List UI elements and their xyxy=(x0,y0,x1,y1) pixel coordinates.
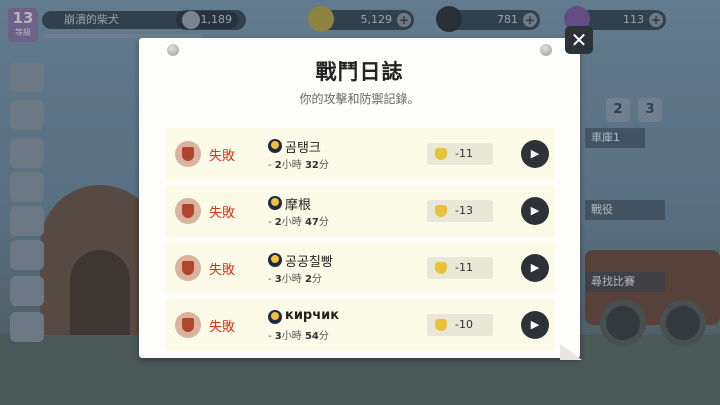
trophy-change: -13 xyxy=(427,200,493,222)
page-corner-fold xyxy=(560,344,582,360)
replay-button[interactable]: ▶ xyxy=(521,140,549,168)
trophy-change-value: -13 xyxy=(455,204,473,217)
pin-icon xyxy=(540,44,552,56)
trophy-icon xyxy=(435,205,447,217)
battle-row: 失敗 кирчик - 3小時 54分 -10 ▶ xyxy=(165,299,555,351)
battle-time: - 2小時 32分 xyxy=(268,160,329,171)
trophy-icon xyxy=(435,262,447,274)
battle-log-dialog: 戰鬥日誌 你的攻擊和防禦記錄。 失敗 곰탱크 - 2小時 32分 -11 ▶ 失… xyxy=(139,38,582,360)
shield-icon xyxy=(175,312,201,338)
battle-row: 失敗 摩根 - 2小時 47分 -13 ▶ xyxy=(165,185,555,237)
shield-icon xyxy=(175,198,201,224)
trophy-change: -11 xyxy=(427,143,493,165)
trophy-change-value: -10 xyxy=(455,318,473,331)
battle-time: - 2小時 47分 xyxy=(268,217,329,228)
opponent-name: 공공칠빵 xyxy=(285,255,333,270)
trophy-change: -11 xyxy=(427,257,493,279)
replay-button[interactable]: ▶ xyxy=(521,254,549,282)
dialog-subtitle: 你的攻擊和防禦記錄。 xyxy=(299,92,420,106)
battle-result: 失敗 xyxy=(209,263,236,278)
trophy-change-value: -11 xyxy=(455,147,473,160)
opponent-name: кирчик xyxy=(285,308,340,323)
battle-time: - 3小時 2分 xyxy=(268,274,322,285)
battle-row: 失敗 공공칠빵 - 3小時 2分 -11 ▶ xyxy=(165,242,555,294)
replay-button[interactable]: ▶ xyxy=(521,197,549,225)
shield-icon xyxy=(175,255,201,281)
opponent-name: 곰탱크 xyxy=(285,141,321,156)
battle-result: 失敗 xyxy=(209,149,236,164)
battle-row: 失敗 곰탱크 - 2小時 32分 -11 ▶ xyxy=(165,128,555,180)
trophy-icon xyxy=(435,319,447,331)
close-button[interactable]: ✕ xyxy=(565,26,593,54)
opponent-name: 摩根 xyxy=(285,198,312,213)
replay-button[interactable]: ▶ xyxy=(521,311,549,339)
battle-time: - 3小時 54分 xyxy=(268,331,329,342)
trophy-icon xyxy=(435,148,447,160)
trophy-change: -10 xyxy=(427,314,493,336)
player-avatar-icon xyxy=(268,196,282,210)
pin-icon xyxy=(167,44,179,56)
shield-icon xyxy=(175,141,201,167)
player-avatar-icon xyxy=(268,139,282,153)
player-avatar-icon xyxy=(268,310,282,324)
player-avatar-icon xyxy=(268,253,282,267)
battle-result: 失敗 xyxy=(209,206,236,221)
trophy-change-value: -11 xyxy=(455,261,473,274)
dialog-title: 戰鬥日誌 xyxy=(315,60,404,84)
battle-result: 失敗 xyxy=(209,320,236,335)
